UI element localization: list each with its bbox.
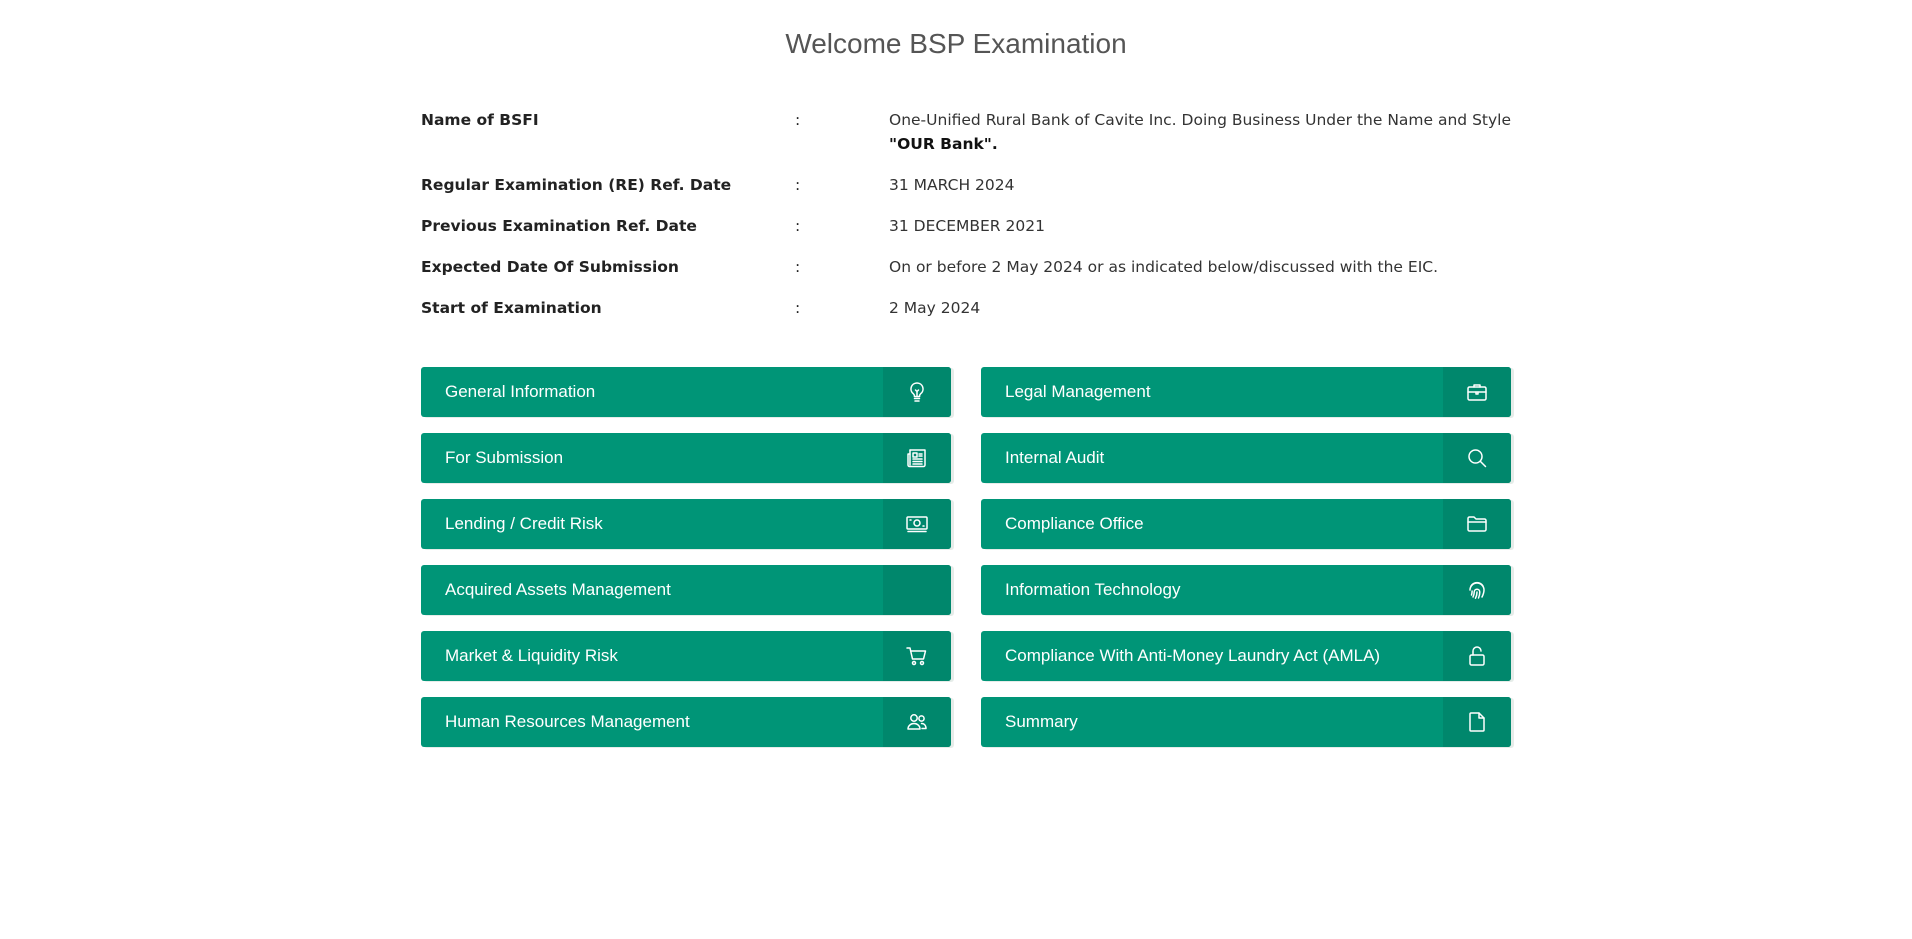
tile-lending-credit-risk[interactable]: Lending / Credit Risk xyxy=(421,499,951,549)
tile-label: Human Resources Management xyxy=(445,712,690,731)
tile-compliance-amla[interactable]: Compliance With Anti-Money Laundry Act (… xyxy=(981,631,1511,681)
cash-icon xyxy=(883,499,951,549)
people-icon xyxy=(883,697,951,747)
info-row-expected-submission: Expected Date Of Submission : On or befo… xyxy=(421,255,1511,279)
tile-information-technology[interactable]: Information Technology xyxy=(981,565,1511,615)
tile-label: Information Technology xyxy=(1005,580,1181,599)
section-tiles: General Information Legal Management For… xyxy=(421,367,1511,747)
tile-market-liquidity-risk[interactable]: Market & Liquidity Risk xyxy=(421,631,951,681)
briefcase-icon xyxy=(1443,367,1511,417)
fingerprint-icon xyxy=(1443,565,1511,615)
tile-label: Compliance With Anti-Money Laundry Act (… xyxy=(1005,646,1381,665)
info-colon: : xyxy=(795,111,801,129)
tile-label: For Submission xyxy=(445,448,564,467)
tile-label: Lending / Credit Risk xyxy=(445,514,603,533)
tile-acquired-assets-management[interactable]: Acquired Assets Management xyxy=(421,565,951,615)
info-row-bsfi-name: Name of BSFI : One-Unified Rural Bank of… xyxy=(421,108,1511,156)
info-row-previous-ref-date: Previous Examination Ref. Date : 31 DECE… xyxy=(421,214,1511,238)
tile-general-information[interactable]: General Information xyxy=(421,367,951,417)
info-colon: : xyxy=(795,217,801,235)
page-title: Welcome BSP Examination xyxy=(785,28,1127,59)
info-value: 31 DECEMBER 2021 xyxy=(889,217,1045,235)
tile-compliance-office[interactable]: Compliance Office xyxy=(981,499,1511,549)
tile-summary[interactable]: Summary xyxy=(981,697,1511,747)
info-label: Name of BSFI xyxy=(421,111,539,129)
tile-label: General Information xyxy=(445,382,596,401)
info-value: One-Unified Rural Bank of Cavite Inc. Do… xyxy=(889,108,1511,156)
tile-human-resources-management[interactable]: Human Resources Management xyxy=(421,697,951,747)
newspaper-icon xyxy=(883,433,951,483)
tile-label: Legal Management xyxy=(1005,382,1151,401)
info-value-bold: "OUR Bank". xyxy=(889,135,998,153)
info-colon: : xyxy=(795,176,801,194)
empty-icon-slot xyxy=(883,565,951,615)
tile-internal-audit[interactable]: Internal Audit xyxy=(981,433,1511,483)
info-row-re-ref-date: Regular Examination (RE) Ref. Date : 31 … xyxy=(421,173,1511,197)
tile-label: Acquired Assets Management xyxy=(445,580,671,599)
info-value: 31 MARCH 2024 xyxy=(889,176,1015,194)
tile-label: Summary xyxy=(1005,712,1078,731)
info-value: 2 May 2024 xyxy=(889,299,981,317)
lock-icon xyxy=(1443,631,1511,681)
info-colon: : xyxy=(795,299,801,317)
info-row-start-of-examination: Start of Examination : 2 May 2024 xyxy=(421,296,1511,320)
info-label: Expected Date Of Submission xyxy=(421,258,679,276)
cart-icon xyxy=(883,631,951,681)
tile-for-submission[interactable]: For Submission xyxy=(421,433,951,483)
tile-legal-management[interactable]: Legal Management xyxy=(981,367,1511,417)
examination-info: Name of BSFI : One-Unified Rural Bank of… xyxy=(421,108,1511,337)
info-value-text: One-Unified Rural Bank of Cavite Inc. Do… xyxy=(889,111,1512,129)
tile-label: Market & Liquidity Risk xyxy=(445,646,618,665)
tile-label: Internal Audit xyxy=(1005,448,1105,467)
info-label: Regular Examination (RE) Ref. Date xyxy=(421,176,732,194)
tile-label: Compliance Office xyxy=(1005,514,1144,533)
folder-icon xyxy=(1443,499,1511,549)
lightbulb-icon xyxy=(883,367,951,417)
file-icon xyxy=(1443,697,1511,747)
info-label: Start of Examination xyxy=(421,299,602,317)
info-label: Previous Examination Ref. Date xyxy=(421,217,697,235)
info-colon: : xyxy=(795,258,801,276)
info-value: On or before 2 May 2024 or as indicated … xyxy=(889,258,1439,276)
search-icon xyxy=(1443,433,1511,483)
